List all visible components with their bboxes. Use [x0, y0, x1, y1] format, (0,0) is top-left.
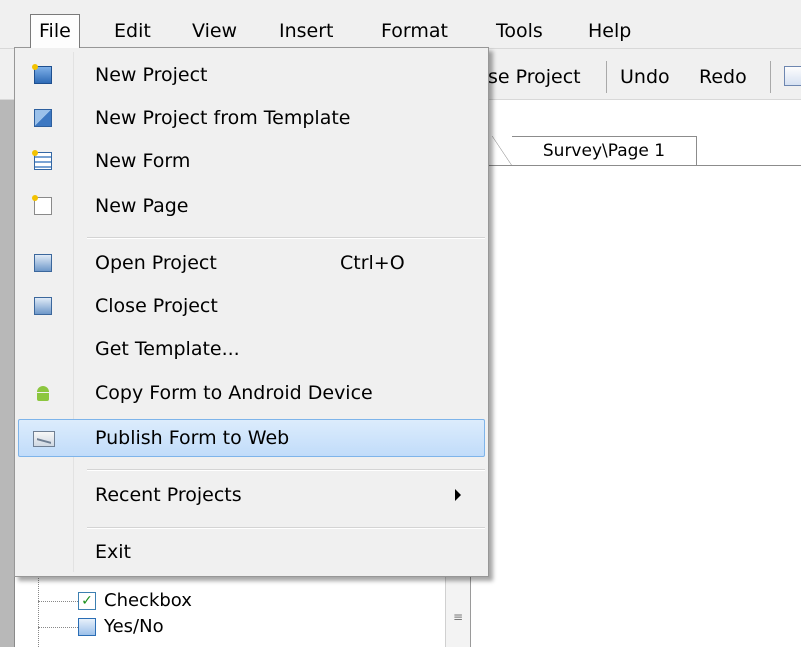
menu-bar: File Edit View Insert Format Tools Help — [0, 0, 801, 49]
menu-item-new-project[interactable]: New Project — [18, 56, 485, 94]
menu-item-label: Publish Form to Web — [95, 427, 290, 449]
toolbar-separator — [606, 61, 607, 93]
menu-item-new-form[interactable]: New Form — [18, 142, 485, 180]
tree-item-yes-no[interactable]: Yes/No — [78, 615, 164, 639]
menu-format[interactable]: Format — [373, 16, 456, 46]
menu-insert[interactable]: Insert — [271, 16, 342, 46]
template-icon — [34, 109, 52, 127]
close-project-icon — [34, 297, 52, 315]
menu-item-close-project[interactable]: Close Project — [18, 287, 485, 325]
menu-item-label: New Project from Template — [95, 107, 351, 129]
new-project-icon — [32, 64, 52, 84]
menu-item-open-project[interactable]: Open Project Ctrl+O — [18, 244, 485, 282]
new-page-icon — [32, 195, 52, 215]
menu-item-label: Recent Projects — [95, 484, 242, 506]
editor-area — [471, 100, 801, 647]
submenu-arrow-icon — [455, 489, 461, 501]
toolbar-separator — [770, 61, 771, 93]
menu-item-new-project-from-template[interactable]: New Project from Template — [18, 99, 485, 137]
redo-button[interactable]: Redo — [695, 63, 751, 91]
menu-item-label: Get Template... — [95, 338, 240, 360]
menu-item-label: Close Project — [95, 295, 218, 317]
tree-item-checkbox[interactable]: ✓ Checkbox — [78, 589, 192, 613]
android-icon — [34, 384, 52, 402]
tree-connector — [38, 601, 78, 602]
checkbox-icon: ✓ — [78, 592, 96, 610]
menu-item-copy-form-android[interactable]: Copy Form to Android Device — [18, 374, 485, 412]
tab-strip-line — [471, 165, 801, 166]
toolbar-form-icon[interactable] — [784, 66, 801, 86]
tab-survey-page-1[interactable]: Survey\Page 1 — [492, 136, 697, 166]
tree-item-label: Checkbox — [104, 590, 192, 611]
scroll-grip-icon[interactable]: ≡ — [453, 610, 463, 624]
menu-separator — [87, 527, 485, 529]
menu-item-label: Copy Form to Android Device — [95, 382, 373, 404]
menu-item-shortcut: Ctrl+O — [340, 252, 405, 274]
menu-item-new-page[interactable]: New Page — [18, 187, 485, 225]
menu-tools[interactable]: Tools — [488, 16, 551, 46]
menu-item-label: New Form — [95, 150, 191, 172]
menu-item-label: Open Project — [95, 252, 217, 274]
publish-web-icon — [33, 431, 55, 447]
menu-item-label: New Project — [95, 64, 208, 86]
tree-connector — [38, 627, 78, 628]
menu-separator — [87, 237, 485, 239]
panel-edge — [0, 100, 14, 647]
menu-item-publish-form-web[interactable]: Publish Form to Web — [18, 419, 485, 457]
close-project-button[interactable]: se Project — [484, 63, 585, 91]
menu-item-label: Exit — [95, 541, 131, 563]
menu-item-recent-projects[interactable]: Recent Projects — [18, 476, 485, 514]
menu-file[interactable]: File — [30, 14, 80, 48]
menu-edit[interactable]: Edit — [106, 16, 159, 46]
menu-separator — [87, 469, 485, 471]
undo-button[interactable]: Undo — [616, 63, 674, 91]
menu-view[interactable]: View — [184, 16, 245, 46]
tree-item-label: Yes/No — [104, 616, 164, 637]
menu-item-label: New Page — [95, 195, 189, 217]
yes-no-icon — [78, 618, 96, 636]
new-form-icon — [32, 150, 52, 170]
menu-item-get-template[interactable]: Get Template... — [18, 330, 485, 368]
file-menu-dropdown: New Project New Project from Template Ne… — [14, 47, 489, 577]
tree-connector — [38, 570, 39, 647]
open-project-icon — [34, 254, 52, 272]
menu-help[interactable]: Help — [580, 16, 639, 46]
menu-item-exit[interactable]: Exit — [18, 533, 485, 571]
